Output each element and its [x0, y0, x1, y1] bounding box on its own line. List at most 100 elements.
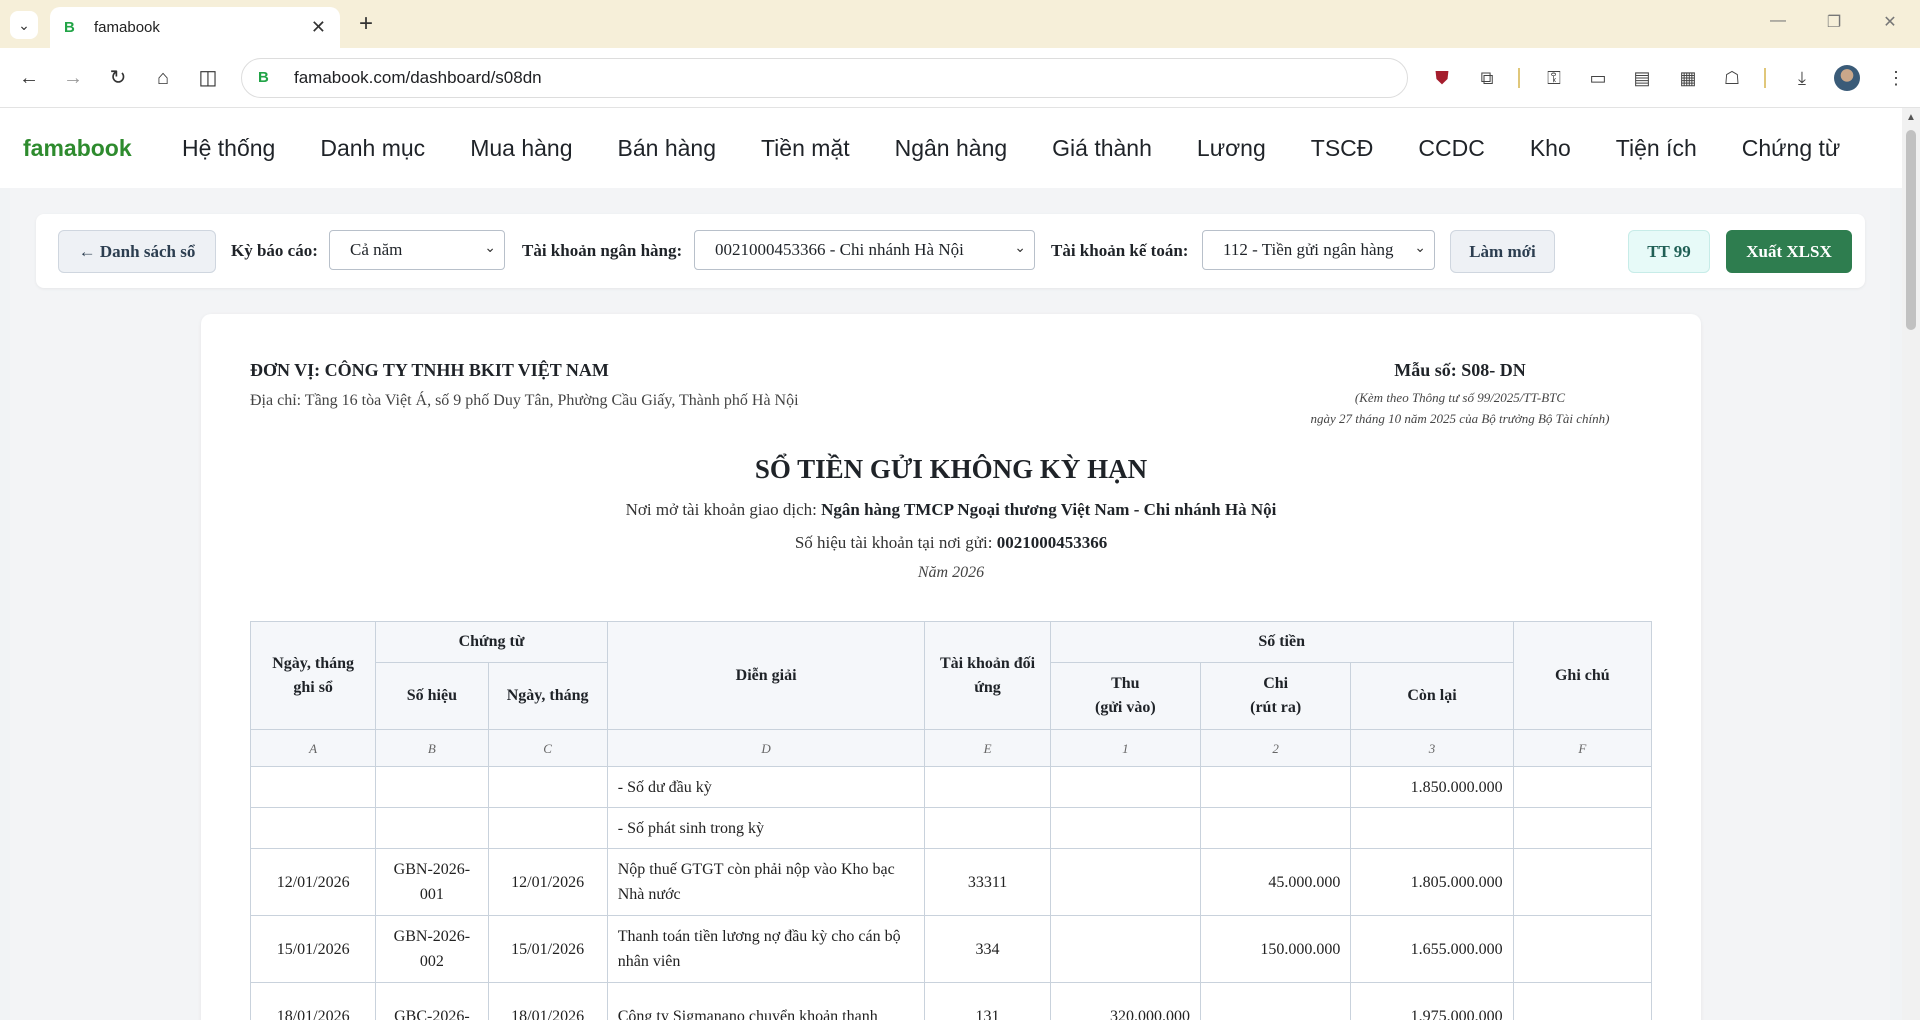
split-view-icon[interactable]: ◫ — [195, 65, 221, 91]
cell-voucher-date — [487, 766, 608, 808]
column-letter: 2 — [1199, 729, 1352, 767]
home-icon[interactable]: ⌂ — [150, 65, 176, 91]
menu-item-gia-thanh[interactable]: Giá thành — [1052, 135, 1152, 162]
cell-balance: 1.655.000.000 — [1350, 915, 1514, 983]
gl-account-select[interactable]: 112 - Tiền gửi ngân hàng ⌄ — [1202, 230, 1435, 270]
menu-item-tscd[interactable]: TSCĐ — [1311, 135, 1374, 162]
cell-description: Công ty Sigmanano chuyển khoản thanh — [606, 982, 926, 1020]
header-balance: Còn lại — [1350, 662, 1514, 730]
table-row: 12/01/2026 GBN-2026-001 12/01/2026 Nộp t… — [249, 848, 1653, 916]
bank-account-select[interactable]: 0021000453366 - Chi nhánh Hà Nội ⌄ — [694, 230, 1035, 270]
extensions-puzzle-icon[interactable]: ⧉ — [1475, 66, 1499, 90]
tab-close-icon[interactable]: ✕ — [311, 17, 326, 38]
cell-description: - Số phát sinh trong kỳ — [606, 807, 926, 849]
period-select-value: Cả năm — [350, 240, 403, 259]
scroll-up-arrow-icon[interactable]: ▲ — [1906, 112, 1916, 123]
cell-voucher-no: GBN-2026-002 — [375, 915, 489, 983]
refresh-button[interactable]: Làm mới — [1450, 230, 1555, 273]
profile-avatar[interactable] — [1834, 65, 1860, 91]
main-menu: Hệ thống Danh mục Mua hàng Bán hàng Tiền… — [182, 135, 1885, 162]
header-voucher: Chứng từ — [375, 621, 608, 663]
cell-in: 320.000.000 — [1049, 982, 1202, 1020]
brand-logo[interactable]: famabook — [23, 135, 132, 162]
cell-in — [1049, 848, 1202, 916]
window-close-icon[interactable]: ✕ — [1878, 12, 1902, 32]
menu-item-kho[interactable]: Kho — [1530, 135, 1571, 162]
cell-account: 334 — [924, 915, 1051, 983]
forward-arrow-icon[interactable]: → — [60, 65, 86, 91]
header-description: Diễn giải — [606, 621, 926, 730]
header-in-line2: (gửi vào) — [1094, 699, 1156, 716]
password-key-icon[interactable]: ⚿ — [1542, 66, 1566, 90]
cell-voucher-date: 18/01/2026 — [487, 982, 608, 1020]
column-letter: B — [375, 729, 489, 767]
cell-voucher-date: 15/01/2026 — [487, 915, 608, 983]
cell-description: Thanh toán tiền lương nợ đầu kỳ cho cán … — [606, 915, 926, 983]
period-select[interactable]: Cả năm ⌄ — [329, 230, 505, 270]
cell-out — [1199, 807, 1352, 849]
circular-tt99-button[interactable]: TT 99 — [1628, 230, 1710, 273]
column-letter: D — [606, 729, 926, 767]
kebab-menu-icon[interactable]: ⋮ — [1884, 66, 1908, 90]
cell-note — [1512, 848, 1653, 916]
export-xlsx-button[interactable]: Xuất XLSX — [1726, 230, 1852, 273]
header-amount: Số tiền — [1049, 621, 1514, 663]
reload-icon[interactable]: ↻ — [105, 65, 131, 91]
form-number-block: Mẫu số: S08- DN (Kèm theo Thông tư số 99… — [1260, 360, 1660, 429]
app-navbar: famabook Hệ thống Danh mục Mua hàng Bán … — [0, 108, 1902, 188]
back-to-list-button[interactable]: ← Danh sách sổ — [58, 230, 216, 273]
new-tab-plus-icon[interactable]: + — [352, 10, 380, 38]
header-out-line2: (rút ra) — [1250, 699, 1302, 716]
browser-toolbar: ← → ↻ ⌂ ◫ B famabook.com/dashboard/s08dn… — [0, 48, 1920, 108]
menu-item-he-thong[interactable]: Hệ thống — [182, 135, 275, 162]
form-number: Mẫu số: S08- DN — [1394, 360, 1526, 380]
payment-card-icon[interactable]: ▭ — [1586, 66, 1610, 90]
menu-item-ccdc[interactable]: CCDC — [1418, 135, 1484, 162]
period-label: Kỳ báo cáo: — [231, 241, 318, 260]
cell-out: 45.000.000 — [1199, 848, 1352, 916]
scrollbar-thumb[interactable] — [1906, 130, 1916, 330]
menu-item-luong[interactable]: Lương — [1197, 135, 1266, 162]
page-scrollbar[interactable]: ▲ — [1902, 108, 1920, 1020]
bank-account-label: Tài khoản ngân hàng: — [522, 241, 683, 260]
menu-item-mua-hang[interactable]: Mua hàng — [470, 135, 572, 162]
menu-item-chung-tu[interactable]: Chứng từ — [1742, 135, 1841, 162]
toolbar-separator — [1518, 68, 1520, 88]
menu-item-danh-muc[interactable]: Danh mục — [320, 135, 425, 162]
column-letter: 3 — [1350, 729, 1514, 767]
menu-item-tien-ich[interactable]: Tiện ích — [1616, 135, 1697, 162]
cell-description: - Số dư đầu kỳ — [606, 766, 926, 808]
site-favicon-icon: B — [258, 69, 269, 86]
account-number: 0021000453366 — [996, 533, 1108, 552]
tab-title: famabook — [94, 19, 160, 36]
menu-item-ban-hang[interactable]: Bán hàng — [618, 135, 716, 162]
table-row: 18/01/2026 GBC-2026- 18/01/2026 Công ty … — [249, 982, 1653, 1020]
back-arrow-icon[interactable]: ← — [16, 65, 42, 91]
browser-tab[interactable]: B famabook ✕ — [50, 7, 340, 48]
table-row: - Số phát sinh trong kỳ — [249, 807, 1653, 849]
bank-name: Ngân hàng TMCP Ngoại thương Việt Nam - C… — [821, 500, 1277, 519]
menu-item-tien-mat[interactable]: Tiền mặt — [761, 135, 850, 162]
header-counter-account: Tài khoản đối ứng — [924, 621, 1051, 730]
header-out-line1: Chi — [1263, 675, 1289, 692]
account-line: Số hiệu tài khoản tại nơi gửi: 002100045… — [201, 533, 1701, 553]
header-in: Thu (gửi vào) — [1049, 662, 1202, 730]
menu-item-ngan-hang[interactable]: Ngân hàng — [895, 135, 1008, 162]
cell-in — [1049, 766, 1202, 808]
cell-out — [1199, 766, 1352, 808]
header-date: Ngày, tháng ghi sổ — [249, 621, 377, 730]
reading-mode-icon[interactable]: ▤ — [1630, 66, 1654, 90]
incognito-icon[interactable]: ☖ — [1720, 66, 1744, 90]
url-text[interactable]: famabook.com/dashboard/s08dn — [294, 68, 542, 88]
address-bar[interactable]: B famabook.com/dashboard/s08dn — [241, 58, 1408, 98]
shield-extension-icon[interactable]: ⛊ — [1430, 66, 1454, 90]
cell-voucher-date: 12/01/2026 — [487, 848, 608, 916]
header-in-line1: Thu — [1111, 675, 1140, 692]
cell-account — [924, 766, 1051, 808]
cell-out — [1199, 982, 1352, 1020]
restore-icon[interactable]: ❐ — [1822, 12, 1846, 32]
tab-search-chevron-icon[interactable]: ⌄ — [10, 11, 38, 39]
download-icon[interactable]: ⤓ — [1790, 66, 1814, 90]
table-icon[interactable]: ▦ — [1676, 66, 1700, 90]
minimize-icon[interactable]: — — [1766, 12, 1790, 30]
